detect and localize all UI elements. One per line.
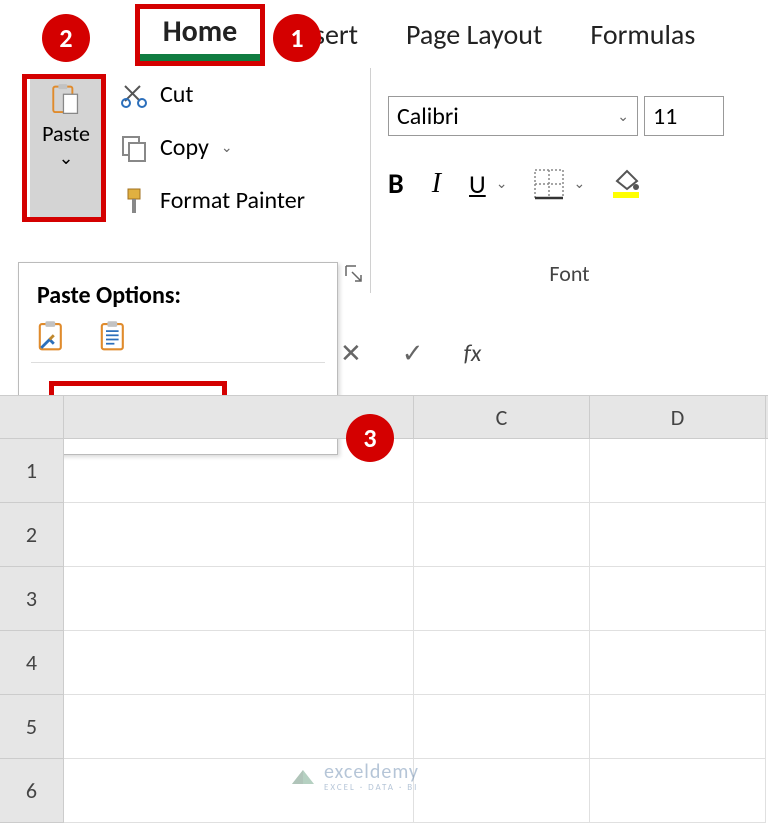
font-group-label: Font <box>371 260 768 287</box>
font-name-value: Calibri <box>397 102 459 131</box>
cell[interactable] <box>414 567 590 631</box>
chevron-down-icon[interactable]: ⌄ <box>573 175 585 192</box>
cell[interactable] <box>414 631 590 695</box>
fill-color-swatch <box>613 192 639 198</box>
cell[interactable] <box>590 695 766 759</box>
row-header[interactable]: 2 <box>0 503 64 567</box>
tab-home-label: Home <box>140 9 260 54</box>
scissors-icon <box>120 81 148 109</box>
cell[interactable] <box>590 759 766 823</box>
paint-bucket-icon <box>613 169 639 191</box>
paste-label: Paste <box>42 120 90 147</box>
clipboard-dialog-launcher[interactable] <box>344 264 366 286</box>
row-header[interactable]: 4 <box>0 631 64 695</box>
select-all-corner[interactable] <box>0 396 64 438</box>
font-size-value: 11 <box>653 102 677 131</box>
chevron-down-icon: ⌄ <box>221 139 233 156</box>
underline-button[interactable]: U <box>469 168 486 200</box>
column-header-c[interactable]: C <box>414 396 590 438</box>
cell[interactable] <box>590 503 766 567</box>
clipboard-icon <box>52 86 80 114</box>
cell[interactable] <box>64 695 414 759</box>
tab-formulas[interactable]: Formulas <box>566 0 719 68</box>
cell[interactable] <box>64 631 414 695</box>
tab-page-layout[interactable]: Page Layout <box>382 0 566 68</box>
cut-label: Cut <box>160 80 193 109</box>
annotation-step-1: 1 <box>273 14 321 62</box>
cut-button[interactable]: Cut <box>120 80 305 109</box>
borders-button[interactable] <box>535 170 563 198</box>
font-name-select[interactable]: Calibri ⌄ <box>388 96 638 136</box>
fill-color-button[interactable] <box>613 169 639 198</box>
font-size-select[interactable]: 11 <box>644 96 724 136</box>
watermark: exceldemy EXCEL · DATA · BI <box>290 760 419 793</box>
paste-button[interactable]: Paste ⌄ <box>30 78 102 218</box>
fx-button[interactable]: fx <box>464 339 482 368</box>
paste-text-icon[interactable] <box>99 322 127 350</box>
formula-bar: ✕ ✓ fx <box>340 328 768 378</box>
cell[interactable] <box>414 759 590 823</box>
cancel-icon[interactable]: ✕ <box>340 337 362 369</box>
cell[interactable] <box>64 567 414 631</box>
font-group: Calibri ⌄ 11 B I U ⌄ ⌄ <box>370 68 768 293</box>
enter-icon[interactable]: ✓ <box>402 337 424 369</box>
chevron-down-icon: ⌄ <box>617 108 629 125</box>
watermark-tagline: EXCEL · DATA · BI <box>324 782 419 793</box>
clipboard-actions: Cut Copy ⌄ Format Painter <box>120 80 305 215</box>
row-header[interactable]: 6 <box>0 759 64 823</box>
cell[interactable] <box>590 631 766 695</box>
row-header[interactable]: 3 <box>0 567 64 631</box>
paste-options-header: Paste Options: <box>37 281 325 310</box>
copy-label: Copy <box>160 133 209 162</box>
row-header[interactable]: 1 <box>0 439 64 503</box>
ribbon-content: Paste ⌄ Cut Copy ⌄ Forma <box>0 68 768 293</box>
cell[interactable] <box>414 695 590 759</box>
annotation-step-2: 2 <box>42 14 90 62</box>
ribbon-tabs: Home sert Page Layout Formulas <box>0 0 768 68</box>
cell[interactable] <box>414 439 590 503</box>
paintbrush-icon <box>120 187 148 215</box>
copy-button[interactable]: Copy ⌄ <box>120 133 305 162</box>
format-painter-button[interactable]: Format Painter <box>120 186 305 215</box>
watermark-logo-icon <box>290 764 316 790</box>
italic-button[interactable]: I <box>432 168 441 200</box>
watermark-brand: exceldemy <box>324 760 419 784</box>
tab-home[interactable]: Home <box>135 4 265 66</box>
chevron-down-icon[interactable]: ⌄ <box>496 175 508 192</box>
format-painter-label: Format Painter <box>160 186 305 215</box>
cell[interactable] <box>590 567 766 631</box>
cell[interactable] <box>414 503 590 567</box>
column-header-d[interactable]: D <box>590 396 766 438</box>
cell[interactable] <box>64 503 414 567</box>
chevron-down-icon: ⌄ <box>58 147 73 169</box>
clipboard-group: Paste ⌄ Cut Copy ⌄ Forma <box>0 68 370 293</box>
row-header[interactable]: 5 <box>0 695 64 759</box>
tab-home-underline <box>140 54 260 61</box>
cell[interactable] <box>590 439 766 503</box>
annotation-step-3: 3 <box>346 414 394 462</box>
bold-button[interactable]: B <box>388 166 404 201</box>
copy-icon <box>120 134 148 162</box>
paste-keep-source-icon[interactable] <box>37 322 65 350</box>
